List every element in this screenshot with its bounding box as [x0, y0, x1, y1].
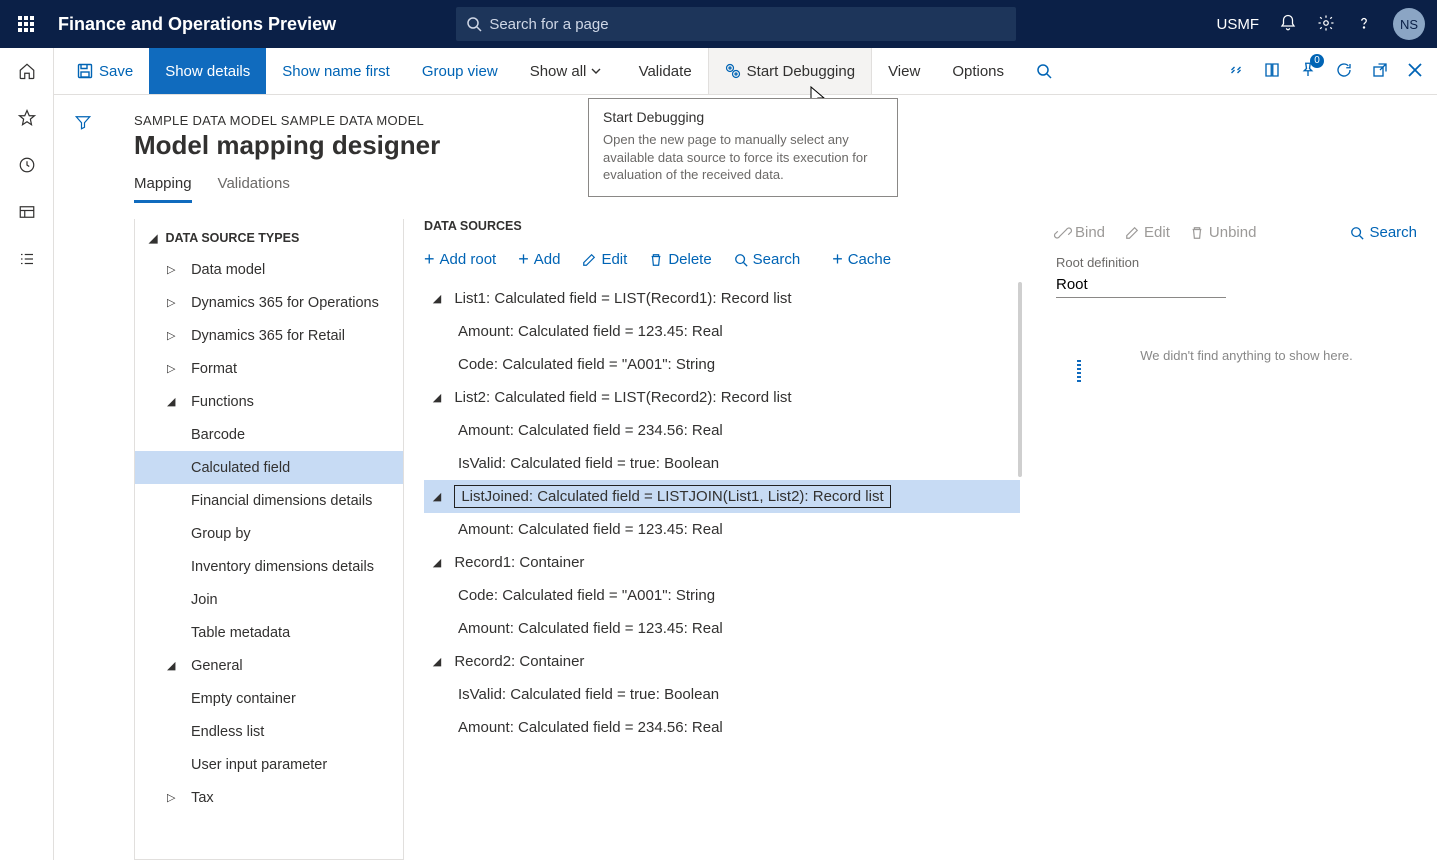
left-rail [0, 48, 54, 860]
tree-item[interactable]: Endless list [135, 715, 403, 748]
group-view-button[interactable]: Group view [406, 48, 514, 94]
edit-button: Edit [1125, 224, 1170, 241]
tooltip: Start Debugging Open the new page to man… [588, 98, 898, 197]
ds-row[interactable]: ◢ List2: Calculated field = LIST(Record2… [424, 381, 1020, 414]
data-model-panel: DATA MODEL Bind Edit Unbind Search Root … [1034, 219, 1437, 860]
company-label[interactable]: USMF [1217, 16, 1260, 33]
ds-row[interactable]: Amount: Calculated field = 123.45: Real [424, 513, 1020, 546]
tab-mapping[interactable]: Mapping [134, 175, 192, 203]
tree-item[interactable]: Barcode [135, 418, 403, 451]
root-definition-input[interactable] [1056, 274, 1226, 298]
list-icon[interactable] [18, 250, 36, 271]
tooltip-title: Start Debugging [603, 109, 883, 125]
search-icon [1036, 63, 1052, 79]
bind-button: Bind [1056, 224, 1105, 241]
tree-item[interactable]: ▷ Dynamics 365 for Retail [135, 319, 403, 352]
tree-item[interactable]: Inventory dimensions details [135, 550, 403, 583]
data-sources-panel: DATA SOURCES +Add root +Add Edit Delete … [404, 219, 1034, 860]
ds-row[interactable]: Amount: Calculated field = 234.56: Real [424, 711, 1020, 744]
tree-item[interactable]: ▷ Data model [135, 253, 403, 286]
tree-item[interactable]: Group by [135, 517, 403, 550]
refresh-icon[interactable] [1335, 61, 1353, 82]
tab-validations[interactable]: Validations [218, 175, 290, 203]
unbind-button: Unbind [1190, 224, 1257, 241]
root-definition-label: Root definition [1056, 255, 1437, 270]
tree-item[interactable]: Empty container [135, 682, 403, 715]
tooltip-body: Open the new page to manually select any… [603, 131, 883, 184]
tree-item[interactable]: ◢ Functions [135, 385, 403, 418]
ds-row[interactable]: Amount: Calculated field = 234.56: Real [424, 414, 1020, 447]
tree-item[interactable]: User input parameter [135, 748, 403, 781]
ds-row[interactable]: ◢ Record1: Container [424, 546, 1020, 579]
tree-item[interactable]: Financial dimensions details [135, 484, 403, 517]
tree-item[interactable]: ▷ Tax [135, 781, 403, 814]
ds-row[interactable]: Code: Calculated field = "A001": String [424, 348, 1020, 381]
tree-item[interactable]: ▷ Format [135, 352, 403, 385]
show-details-button[interactable]: Show details [149, 48, 266, 94]
module-icon[interactable] [18, 203, 36, 224]
model-header: DATA MODEL [1056, 203, 1437, 206]
filter-icon[interactable] [74, 113, 92, 131]
tree-item-selected[interactable]: Calculated field [135, 451, 403, 484]
gear-run-icon [725, 63, 741, 79]
chevron-down-icon [591, 68, 601, 74]
delete-button[interactable]: Delete [649, 249, 711, 270]
search-button[interactable]: Search [1350, 224, 1417, 241]
options-button[interactable]: Options [936, 48, 1020, 94]
topbar: Finance and Operations Preview USMF NS [0, 0, 1437, 48]
ds-header: DATA SOURCES [424, 219, 1020, 233]
show-all-button[interactable]: Show all [514, 48, 623, 94]
search-button[interactable]: Search [734, 249, 801, 270]
pin-badge: 0 [1310, 54, 1324, 68]
ds-row[interactable]: Code: Calculated field = "A001": String [424, 579, 1020, 612]
popout-icon[interactable] [1371, 61, 1389, 82]
tree-item[interactable]: Table metadata [135, 616, 403, 649]
global-search-input[interactable] [489, 16, 1006, 33]
ds-row[interactable]: ◢ List1: Calculated field = LIST(Record1… [424, 282, 1020, 315]
tree-item[interactable]: ◢ General [135, 649, 403, 682]
ds-row-selected[interactable]: ◢ ListJoined: Calculated field = LISTJOI… [424, 480, 1020, 513]
search-icon [466, 16, 482, 32]
ds-row[interactable]: Amount: Calculated field = 123.45: Real [424, 315, 1020, 348]
ds-row[interactable]: IsValid: Calculated field = true: Boolea… [424, 447, 1020, 480]
avatar[interactable]: NS [1393, 8, 1425, 40]
book-icon[interactable] [1263, 61, 1281, 82]
ds-row[interactable]: IsValid: Calculated field = true: Boolea… [424, 678, 1020, 711]
close-icon[interactable] [1407, 62, 1423, 81]
help-icon[interactable] [1355, 14, 1373, 35]
star-icon[interactable] [18, 109, 36, 130]
bell-icon[interactable] [1279, 14, 1297, 35]
view-button[interactable]: View [872, 48, 936, 94]
ds-row[interactable]: Amount: Calculated field = 123.45: Real [424, 612, 1020, 645]
show-name-first-button[interactable]: Show name first [266, 48, 406, 94]
tree-item[interactable]: Join [135, 583, 403, 616]
ds-row[interactable]: ◢ Record2: Container [424, 645, 1020, 678]
add-root-button[interactable]: +Add root [424, 249, 496, 270]
home-icon[interactable] [18, 62, 36, 83]
gear-icon[interactable] [1317, 14, 1335, 35]
app-launcher-icon[interactable] [12, 10, 40, 38]
save-button[interactable]: Save [61, 48, 149, 94]
edit-button[interactable]: Edit [582, 249, 627, 270]
workspace: SAMPLE DATA MODEL SAMPLE DATA MODEL Mode… [54, 95, 1437, 860]
pin-icon[interactable]: 0 [1299, 61, 1317, 82]
actionbar: Save Show details Show name first Group … [0, 48, 1437, 95]
global-search[interactable] [456, 7, 1016, 41]
types-header[interactable]: ◢DATA SOURCE TYPES [135, 223, 403, 253]
app-title: Finance and Operations Preview [58, 14, 336, 35]
link-icon[interactable] [1227, 61, 1245, 82]
cache-button[interactable]: +Cache [832, 249, 891, 270]
start-debugging-button[interactable]: Start Debugging [708, 48, 872, 94]
tree-item[interactable]: ▷ Dynamics 365 for Operations [135, 286, 403, 319]
splitter-handle[interactable] [1077, 360, 1081, 382]
add-button[interactable]: +Add [518, 249, 560, 270]
data-source-types-panel: ◢DATA SOURCE TYPES ▷ Data model ▷ Dynami… [134, 219, 404, 860]
search-action-button[interactable] [1020, 48, 1074, 94]
empty-message: We didn't find anything to show here. [1056, 348, 1437, 363]
clock-icon[interactable] [18, 156, 36, 177]
validate-button[interactable]: Validate [623, 48, 708, 94]
